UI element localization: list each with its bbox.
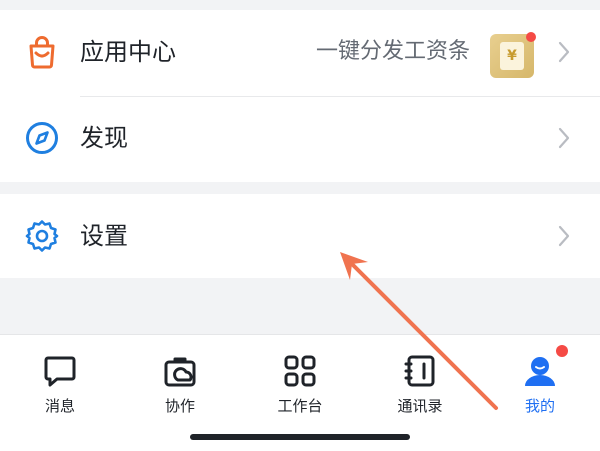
- collaboration-icon: [164, 357, 196, 387]
- tab-me-notification-dot: [556, 345, 568, 357]
- tab-me-label: 我的: [524, 397, 555, 415]
- user-avatar-icon: [525, 357, 555, 386]
- top-strip: [0, 0, 600, 10]
- shopping-bag-icon: [29, 36, 55, 69]
- app-center-label: 应用中心: [80, 38, 176, 66]
- chat-bubble-icon: [44, 356, 76, 387]
- tab-collaboration-label: 协作: [164, 397, 195, 415]
- yen-glyph: ¥: [507, 48, 517, 64]
- menu-group-settings: 设置: [0, 194, 600, 278]
- grid-icon: [284, 355, 316, 387]
- tab-contacts-label: 通讯录: [397, 397, 443, 415]
- compass-icon: [26, 122, 58, 154]
- contacts-book-icon: [404, 355, 435, 387]
- discover-row[interactable]: 发现: [0, 96, 600, 180]
- chevron-right-icon: [558, 225, 570, 247]
- tab-collaboration[interactable]: 协作: [120, 349, 240, 419]
- chevron-right-icon: [558, 41, 570, 63]
- tab-workbench[interactable]: 工作台: [240, 349, 360, 419]
- home-indicator: [190, 434, 410, 440]
- tab-me[interactable]: 我的: [480, 345, 600, 419]
- discover-label: 发现: [80, 124, 128, 152]
- tab-workbench-label: 工作台: [277, 397, 323, 415]
- tab-messages[interactable]: 消息: [0, 349, 120, 419]
- menu-group-primary: 应用中心 一键分发工资条 ¥ 发现: [0, 10, 600, 182]
- settings-row[interactable]: 设置: [0, 194, 600, 278]
- settings-label: 设置: [80, 222, 128, 250]
- app-center-notification-dot: [526, 32, 536, 42]
- payslip-promo-text: 一键分发工资条: [315, 39, 470, 64]
- gear-icon: [25, 220, 59, 252]
- chevron-right-icon: [558, 127, 570, 149]
- tab-messages-label: 消息: [44, 397, 75, 415]
- app-center-row[interactable]: 应用中心 一键分发工资条 ¥: [0, 10, 600, 94]
- tab-contacts[interactable]: 通讯录: [360, 349, 480, 419]
